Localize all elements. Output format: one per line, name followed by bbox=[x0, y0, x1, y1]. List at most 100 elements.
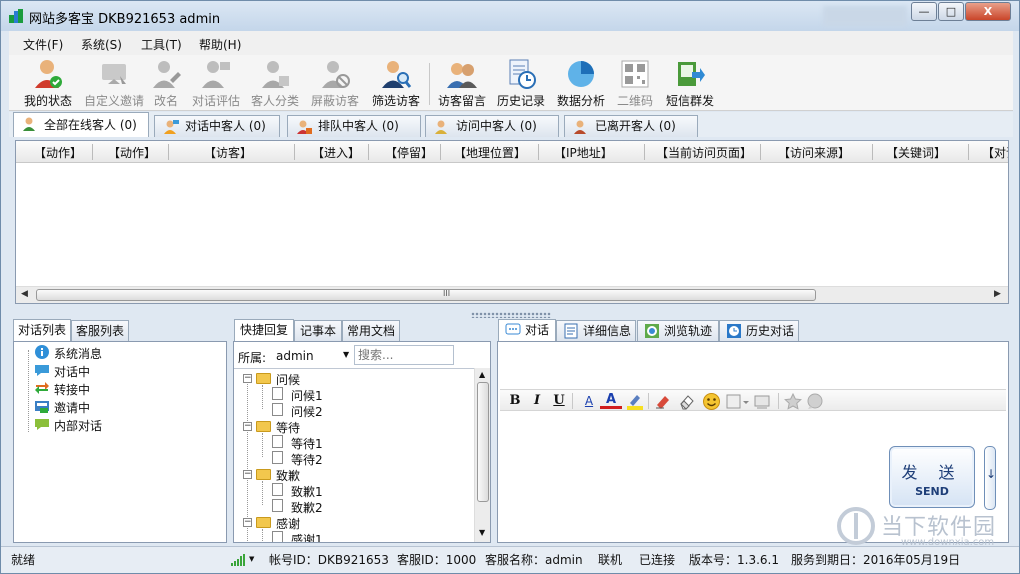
col-chat[interactable]: 【对话 bbox=[982, 144, 1008, 161]
send-options-button[interactable]: ↓ bbox=[984, 446, 996, 510]
toolbar-guest-category[interactable]: 客人分类 bbox=[242, 58, 308, 109]
col-stay[interactable]: 【停留】 bbox=[385, 144, 433, 161]
col-divider[interactable] bbox=[760, 144, 761, 160]
collapse-icon[interactable]: − bbox=[243, 518, 252, 527]
col-action-1[interactable]: 【动作】 bbox=[34, 144, 82, 161]
col-divider[interactable] bbox=[168, 144, 169, 160]
tab-chat[interactable]: 对话 bbox=[498, 319, 556, 341]
toolbar-my-status[interactable]: 我的状态 bbox=[15, 58, 81, 109]
toolbar-visitor-message[interactable]: 访客留言 bbox=[429, 58, 495, 109]
col-divider[interactable] bbox=[368, 144, 369, 160]
tab-queuing[interactable]: 排队中客人 (0) bbox=[287, 115, 421, 137]
scroll-thumb[interactable]: III bbox=[36, 289, 816, 301]
toolbar-sms-broadcast[interactable]: 短信群发 bbox=[657, 58, 723, 109]
toolbar-chat-evaluate[interactable]: 对话评估 bbox=[183, 58, 249, 109]
chat-list-panel: 系统消息 对话中 转接中 邀请中 内部对话 bbox=[13, 341, 227, 543]
collapse-icon[interactable]: − bbox=[243, 470, 252, 479]
quick-folder-thanks[interactable]: 感谢 bbox=[276, 515, 300, 532]
menu-file[interactable]: 文件(F) bbox=[23, 36, 63, 53]
toolbar-filter-visitor[interactable]: 筛选访客 bbox=[363, 58, 429, 109]
quick-item[interactable]: 等待1 bbox=[291, 435, 323, 452]
quick-item[interactable]: 致歉2 bbox=[291, 499, 323, 516]
tab-history-chat[interactable]: 历史对话 bbox=[719, 320, 799, 341]
col-divider[interactable] bbox=[440, 144, 441, 160]
scroll-down-arrow-icon[interactable]: ▼ bbox=[479, 528, 485, 537]
horizontal-splitter[interactable] bbox=[471, 312, 551, 318]
highlight-icon[interactable] bbox=[626, 393, 644, 410]
col-divider[interactable] bbox=[644, 144, 645, 160]
collapse-icon[interactable]: − bbox=[243, 422, 252, 431]
quick-item[interactable]: 问候1 bbox=[291, 387, 323, 404]
comment-icon[interactable] bbox=[806, 393, 824, 410]
menu-help[interactable]: 帮助(H) bbox=[199, 36, 241, 53]
tab-common-docs[interactable]: 常用文档 bbox=[342, 320, 400, 341]
owner-select[interactable]: admin ▼ bbox=[272, 345, 350, 365]
italic-button[interactable]: I bbox=[526, 390, 548, 412]
tab-all-online[interactable]: 全部在线客人 (0) bbox=[13, 112, 149, 137]
tab-quick-reply[interactable]: 快捷回复 bbox=[234, 319, 294, 341]
tree-line bbox=[262, 433, 263, 457]
menu-tools[interactable]: 工具(T) bbox=[141, 36, 182, 53]
scroll-left-arrow-icon[interactable]: ◀ bbox=[21, 289, 28, 299]
quick-item[interactable]: 致歉1 bbox=[291, 483, 323, 500]
status-agent-name: 客服名称：admin bbox=[485, 553, 583, 567]
quick-search-input[interactable] bbox=[354, 345, 454, 365]
tab-chat-list[interactable]: 对话列表 bbox=[13, 319, 71, 341]
quick-folder-greeting[interactable]: 问候 bbox=[276, 371, 300, 388]
signal-strength-icon[interactable] bbox=[231, 554, 245, 566]
grid-horizontal-scrollbar[interactable]: ◀ III ▶ bbox=[16, 286, 1008, 303]
font-color-button[interactable]: A bbox=[600, 390, 622, 409]
quick-folder-wait[interactable]: 等待 bbox=[276, 419, 300, 436]
scroll-up-arrow-icon[interactable]: ▲ bbox=[479, 370, 485, 379]
emoji-icon[interactable] bbox=[702, 392, 721, 411]
maximize-button[interactable]: □ bbox=[938, 2, 964, 21]
title-bar[interactable]: 网站多客宝 DKB921653 admin — □ X bbox=[1, 1, 1019, 31]
collapse-icon[interactable]: − bbox=[243, 374, 252, 383]
send-file-icon[interactable] bbox=[754, 393, 772, 410]
quick-item[interactable]: 等待2 bbox=[291, 451, 323, 468]
tab-chatting[interactable]: 对话中客人 (0) bbox=[154, 115, 280, 137]
col-visitor[interactable]: 【访客】 bbox=[204, 144, 252, 161]
minimize-button[interactable]: — bbox=[911, 2, 937, 21]
col-divider[interactable] bbox=[968, 144, 969, 160]
col-source[interactable]: 【访问来源】 bbox=[778, 144, 850, 161]
col-divider[interactable] bbox=[872, 144, 873, 160]
tab-details[interactable]: 详细信息 bbox=[556, 320, 636, 341]
col-divider[interactable] bbox=[92, 144, 93, 160]
quick-folder-apology[interactable]: 致歉 bbox=[276, 467, 300, 484]
tab-notepad[interactable]: 记事本 bbox=[294, 320, 342, 341]
quick-item[interactable]: 感谢1 bbox=[291, 531, 323, 542]
toolbar-block-visitor[interactable]: 屏蔽访客 bbox=[302, 58, 368, 109]
tab-agent-list[interactable]: 客服列表 bbox=[71, 320, 129, 341]
send-button[interactable]: 发 送 SEND bbox=[889, 446, 975, 508]
menu-system[interactable]: 系统(S) bbox=[81, 36, 122, 53]
tab-left[interactable]: 已离开客人 (0) bbox=[564, 115, 698, 137]
col-location[interactable]: 【地理位置】 bbox=[454, 144, 526, 161]
font-size-button[interactable]: A bbox=[578, 390, 600, 412]
tab-visiting[interactable]: 访问中客人 (0) bbox=[425, 115, 559, 137]
col-current-page[interactable]: 【当前访问页面】 bbox=[656, 144, 752, 161]
col-divider[interactable] bbox=[538, 144, 539, 160]
tab-browse-track[interactable]: 浏览轨迹 bbox=[637, 320, 719, 341]
screenshot-icon[interactable] bbox=[726, 393, 750, 410]
bold-button[interactable]: B bbox=[504, 390, 526, 412]
eraser-icon[interactable] bbox=[678, 393, 696, 410]
scroll-thumb[interactable] bbox=[477, 382, 489, 502]
chevron-down-icon[interactable]: ▼ bbox=[249, 555, 254, 563]
underline-button[interactable]: U bbox=[548, 390, 570, 412]
close-button[interactable]: X bbox=[965, 2, 1011, 21]
chat-history-area[interactable] bbox=[500, 344, 1006, 384]
user-chat-icon bbox=[164, 120, 179, 134]
col-keyword[interactable]: 【关键词】 bbox=[886, 144, 946, 161]
col-enter[interactable]: 【进入】 bbox=[312, 144, 360, 161]
visitor-grid[interactable]: 【动作】 【动作】 【访客】 【进入】 【停留】 【地理位置】 【IP地址】 【… bbox=[15, 140, 1009, 304]
clear-format-icon[interactable] bbox=[654, 393, 672, 410]
quick-vertical-scrollbar[interactable]: ▲ ▼ bbox=[474, 368, 490, 542]
scroll-right-arrow-icon[interactable]: ▶ bbox=[994, 289, 1001, 299]
star-icon[interactable] bbox=[784, 393, 802, 410]
col-ip[interactable]: 【IP地址】 bbox=[554, 144, 613, 161]
quick-item[interactable]: 问候2 bbox=[291, 403, 323, 420]
col-divider[interactable] bbox=[294, 144, 295, 160]
col-action-2[interactable]: 【动作】 bbox=[108, 144, 156, 161]
toolbar-history[interactable]: 历史记录 bbox=[488, 58, 554, 109]
